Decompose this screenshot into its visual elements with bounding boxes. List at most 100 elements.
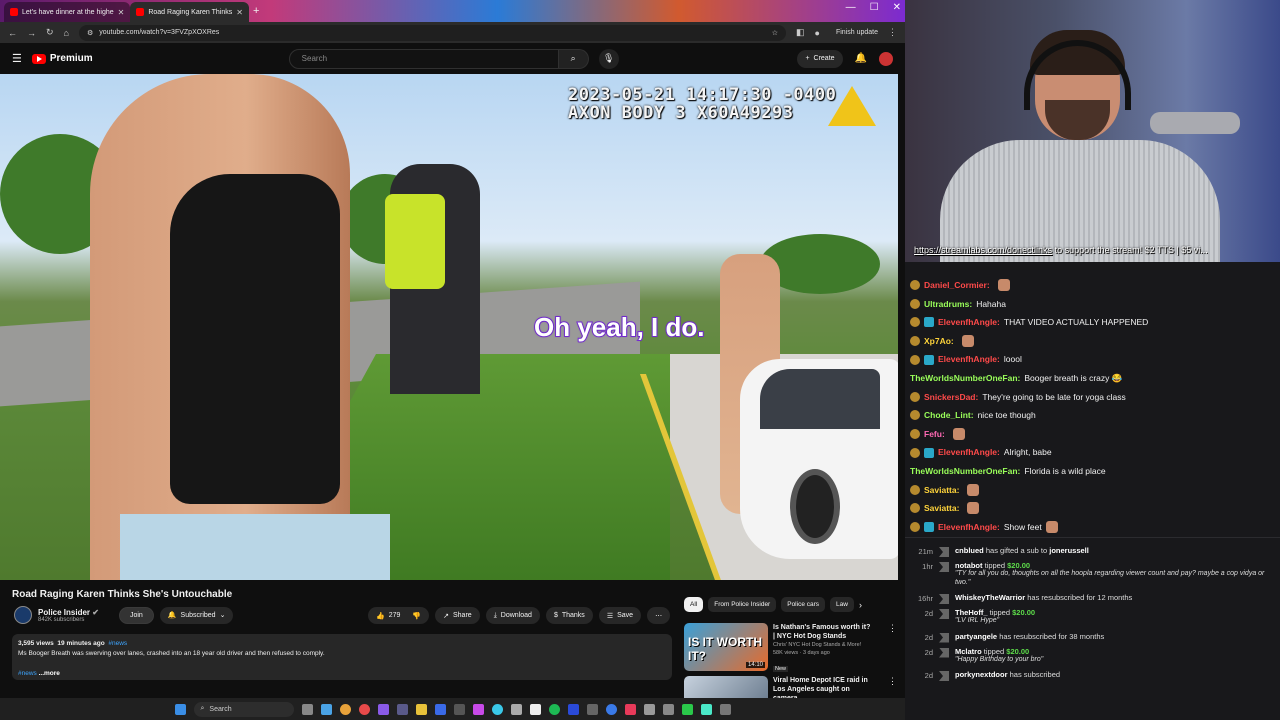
browser-icon[interactable] — [358, 703, 370, 715]
app-icon[interactable] — [491, 703, 503, 715]
hashtag[interactable]: #news — [108, 640, 127, 647]
spotify-icon[interactable] — [548, 703, 560, 715]
browser-menu-icon[interactable]: ⋮ — [888, 27, 897, 38]
chat-username[interactable]: ElevenfhAngle: — [938, 313, 1000, 332]
share-label: Share — [453, 612, 472, 619]
chat-username[interactable]: Saviatta: — [924, 499, 959, 518]
app-icon[interactable] — [396, 703, 408, 715]
more-vertical-icon[interactable]: ⋮ — [888, 676, 897, 698]
close-tab-icon[interactable]: ✕ — [236, 8, 243, 17]
close-window-button[interactable]: ✕ — [893, 2, 901, 13]
profile-icon[interactable]: ● — [815, 28, 820, 38]
bell-icon: 🔔 — [167, 612, 177, 619]
show-more-link[interactable]: ...more — [39, 670, 60, 677]
share-button[interactable]: ↗ Share — [435, 607, 480, 624]
app-icon[interactable] — [719, 703, 731, 715]
chat-username[interactable]: ElevenfhAngle: — [938, 443, 1000, 462]
video-thumbnail[interactable] — [684, 676, 768, 698]
video-player[interactable]: 2023-05-21 14:17:30 -0400 AXON BODY 3 X6… — [0, 74, 898, 580]
join-button[interactable]: Join — [118, 606, 154, 624]
app-icon[interactable] — [605, 703, 617, 715]
thanks-button[interactable]: $ Thanks — [545, 607, 593, 624]
taskbar-search[interactable]: ⌕ Search — [193, 701, 294, 717]
chat-username[interactable]: Ultradrums: — [924, 295, 972, 314]
save-button[interactable]: ☰ Save — [598, 607, 642, 624]
bookmark-star-icon[interactable]: ☆ — [772, 29, 778, 37]
steam-icon[interactable] — [434, 703, 446, 715]
description-box[interactable]: 3,595 views 19 minutes ago #news Ms Boog… — [12, 634, 672, 680]
download-button[interactable]: ⤓ Download — [485, 607, 540, 624]
app-icon[interactable] — [700, 703, 712, 715]
event-body: cnblued has gifted a sub to jonerussell — [955, 543, 1274, 558]
more-vertical-icon[interactable]: ⋮ — [888, 623, 897, 675]
app-icon[interactable] — [662, 703, 674, 715]
discord-icon[interactable] — [377, 703, 389, 715]
chat-username[interactable]: Chode_Lint: — [924, 406, 974, 425]
tab-road-raging[interactable]: Road Raging Karen Thinks ✕ — [130, 2, 249, 22]
edge-icon[interactable] — [320, 703, 332, 715]
thumbs-down-icon[interactable]: 👎 — [412, 612, 421, 620]
app-icon[interactable] — [472, 703, 484, 715]
search-button[interactable]: ⌕ — [558, 48, 589, 69]
task-view-icon[interactable] — [301, 703, 313, 715]
chat-username[interactable]: ElevenfhAngle: — [938, 518, 1000, 537]
url-field[interactable]: ⚙ youtube.com/watch?v=3FVZpXOXRes ☆ — [78, 24, 787, 41]
video-thumbnail[interactable]: IS IT WORTH IT? 14:10 — [684, 623, 768, 671]
app-icon[interactable] — [624, 703, 636, 715]
app-icon[interactable] — [586, 703, 598, 715]
chat-username[interactable]: TheWorldsNumberOneFan: — [910, 369, 1020, 388]
chat-username[interactable]: Xp7Ao: — [924, 332, 954, 351]
chat-username[interactable]: Fefu: — [924, 425, 945, 444]
maximize-button[interactable]: ☐ — [870, 2, 879, 13]
home-icon[interactable]: ⌂ — [64, 28, 69, 38]
voice-search-button[interactable]: 🎙 — [598, 48, 619, 69]
reload-icon[interactable]: ↻ — [46, 27, 54, 38]
app-icon[interactable] — [453, 703, 465, 715]
app-icon[interactable] — [643, 703, 655, 715]
create-button[interactable]: + Create — [797, 49, 843, 68]
chip-law[interactable]: Law — [830, 597, 854, 612]
chat-username[interactable]: Daniel_Cormier: — [924, 276, 990, 295]
notifications-bell-icon[interactable]: 🔔 — [855, 53, 867, 64]
chat-username[interactable]: TheWorldsNumberOneFan: — [910, 462, 1020, 481]
chevron-right-icon[interactable]: › — [859, 600, 862, 610]
channel-info: Police Insider ✔ 842K subscribers — [38, 608, 99, 623]
chat-username[interactable]: ElevenfhAngle: — [938, 350, 1000, 369]
channel-name[interactable]: Police Insider ✔ — [38, 608, 99, 617]
channel-avatar[interactable] — [14, 606, 32, 624]
youtube-premium-logo[interactable]: Premium — [31, 53, 93, 64]
subscribed-button[interactable]: 🔔 Subscribed ⌄ — [159, 606, 234, 624]
minimize-button[interactable]: — — [846, 2, 856, 13]
chat-message: ElevenfhAngle: THAT VIDEO ACTUALLY HAPPEN… — [910, 313, 1280, 332]
app-icon[interactable] — [567, 703, 579, 715]
recommended-video[interactable]: IS IT WORTH IT? 14:10 Is Nathan's Famous… — [684, 623, 897, 675]
app-icon[interactable] — [681, 703, 693, 715]
site-info-icon[interactable]: ⚙ — [87, 29, 93, 37]
new-tab-button[interactable]: + — [253, 5, 259, 17]
recommended-video[interactable]: Viral Home Depot ICE raid in Los Angeles… — [684, 676, 897, 698]
forward-icon[interactable]: → — [27, 28, 36, 38]
extensions-icon[interactable]: ◧ — [796, 27, 805, 38]
chrome-icon[interactable] — [339, 703, 351, 715]
search-input[interactable]: Search — [288, 48, 559, 69]
chat-username[interactable]: SnickersDad: — [924, 388, 978, 407]
tab-dinner[interactable]: Let's have dinner at the highe ✕ — [4, 2, 131, 22]
hamburger-menu-icon[interactable]: ☰ — [12, 52, 22, 65]
close-tab-icon[interactable]: ✕ — [118, 8, 125, 17]
subscriber-count: 842K subscribers — [38, 616, 85, 623]
windows-start-icon[interactable] — [174, 703, 186, 715]
account-avatar[interactable] — [879, 51, 893, 66]
chat-username[interactable]: Saviatta: — [924, 481, 959, 500]
app-icon[interactable] — [529, 703, 541, 715]
finish-update-button[interactable]: Finish update — [836, 29, 878, 36]
hashtag[interactable]: #news — [18, 670, 37, 677]
chip-from-channel[interactable]: From Police Insider — [708, 597, 777, 612]
chip-all[interactable]: All — [684, 597, 704, 612]
chip-police-cars[interactable]: Police cars — [781, 597, 826, 612]
new-badge: New — [773, 666, 789, 672]
app-icon[interactable] — [510, 703, 522, 715]
back-icon[interactable]: ← — [8, 28, 17, 38]
like-button[interactable]: 👍 279 👎 — [368, 607, 430, 624]
more-actions-button[interactable]: ⋯ — [647, 607, 671, 624]
file-explorer-icon[interactable] — [415, 703, 427, 715]
